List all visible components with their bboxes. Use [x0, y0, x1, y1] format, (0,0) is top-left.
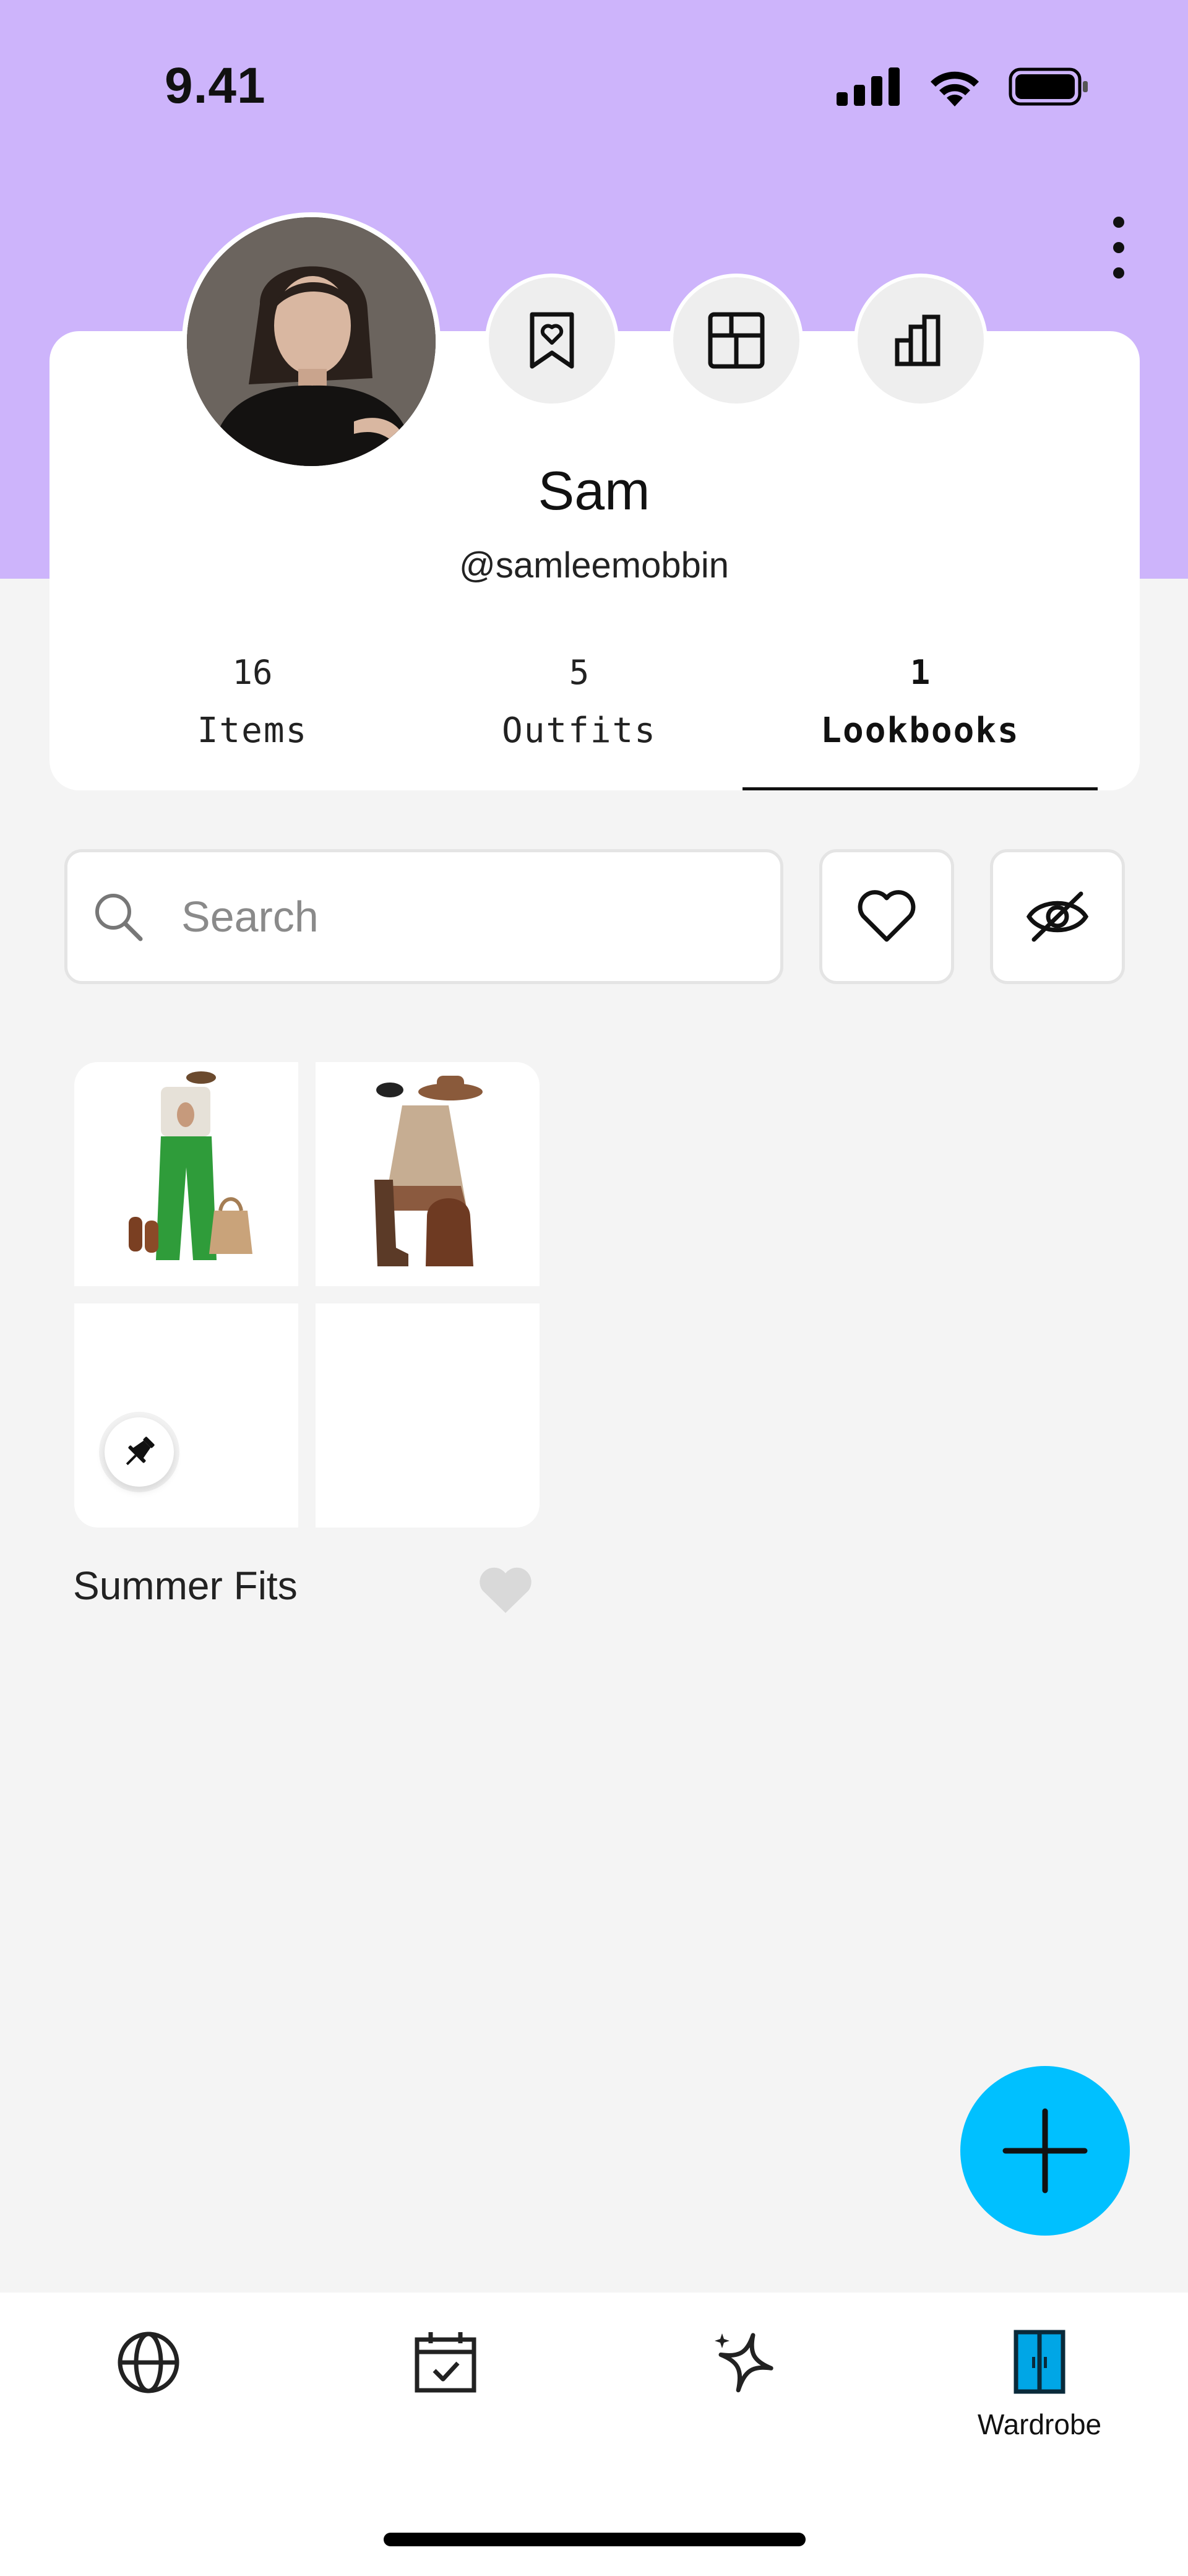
status-time: 9.41 — [165, 58, 266, 114]
dot-icon — [1113, 242, 1124, 253]
lookbook-tile-outfit-1 — [74, 1062, 298, 1286]
lookbook-tile-empty-2 — [316, 1303, 540, 1528]
saved-bookmark-button[interactable] — [485, 274, 619, 407]
heart-icon — [480, 1567, 532, 1613]
outfit-image — [129, 1071, 252, 1260]
avatar-photo — [187, 217, 436, 466]
favorites-filter-button[interactable] — [819, 849, 954, 984]
stat-outfits-label: Outfits — [501, 711, 656, 751]
layout-grid-icon — [708, 312, 765, 369]
stats-button[interactable] — [854, 274, 988, 407]
search-input[interactable]: Search — [64, 849, 783, 984]
bar-chart-icon — [895, 314, 940, 366]
nav-wardrobe-label: Wardrobe — [977, 2408, 1102, 2440]
cellular-signal-icon — [837, 67, 900, 106]
search-placeholder: Search — [181, 893, 319, 941]
home-indicator — [384, 2533, 806, 2546]
stat-lookbooks-tab[interactable]: 1 Lookbooks — [796, 653, 1044, 751]
search-icon — [95, 894, 143, 941]
outfit-image — [374, 1076, 483, 1266]
pinned-badge[interactable] — [99, 1412, 179, 1492]
lookbook-tile-empty-1 — [74, 1303, 298, 1528]
globe-icon — [118, 2332, 179, 2393]
lookbook-card[interactable] — [74, 1062, 540, 1528]
lookbook-tile-outfit-2 — [316, 1062, 540, 1286]
dot-icon — [1113, 267, 1124, 279]
wifi-icon — [931, 71, 979, 106]
sparkle-icon — [715, 2333, 773, 2393]
profile-name: Sam — [538, 460, 650, 521]
layout-button[interactable] — [669, 274, 803, 407]
stat-items-count: 16 — [232, 653, 273, 692]
bookmark-heart-icon — [530, 312, 574, 369]
stat-lookbooks-count: 1 — [910, 653, 931, 692]
stat-outfits-tab[interactable]: 5 Outfits — [455, 653, 703, 751]
wardrobe-icon — [1014, 2330, 1065, 2394]
add-button[interactable] — [960, 2066, 1130, 2236]
pin-icon — [126, 1437, 155, 1466]
battery-icon — [1009, 67, 1088, 106]
profile-handle: @samleemobbin — [458, 545, 730, 586]
lookbook-title[interactable]: Summer Fits — [73, 1563, 298, 1609]
lookbook-favorite-button[interactable] — [478, 1566, 533, 1619]
nav-wardrobe[interactable]: Wardrobe — [947, 2330, 1132, 2441]
active-tab-indicator — [742, 787, 1098, 790]
stat-items-tab[interactable]: 16 Items — [129, 653, 376, 751]
nav-explore[interactable] — [56, 2330, 241, 2395]
eye-off-icon — [1026, 891, 1089, 942]
pin-button — [105, 1417, 174, 1487]
nav-stylist[interactable] — [650, 2330, 835, 2395]
stat-items-label: Items — [197, 711, 308, 751]
stat-lookbooks-label: Lookbooks — [820, 711, 1020, 751]
more-options-button[interactable] — [1106, 217, 1131, 279]
hidden-filter-button[interactable] — [990, 849, 1125, 984]
nav-calendar[interactable] — [353, 2330, 538, 2394]
plus-icon — [1002, 2108, 1088, 2193]
calendar-check-icon — [415, 2332, 476, 2393]
avatar[interactable] — [182, 212, 441, 471]
heart-icon — [858, 890, 916, 942]
dot-icon — [1113, 217, 1124, 228]
status-icons — [837, 67, 1089, 106]
stat-outfits-count: 5 — [569, 653, 590, 692]
